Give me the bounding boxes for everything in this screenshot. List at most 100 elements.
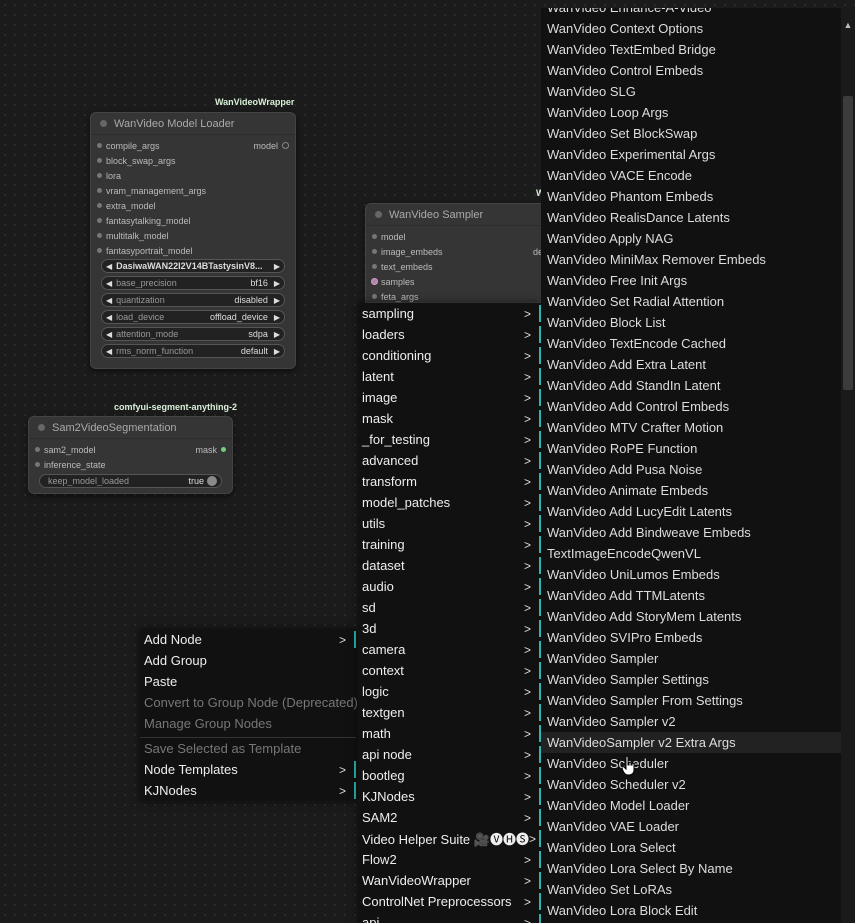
- output-port-dot-icon[interactable]: [282, 142, 289, 149]
- node-list-item[interactable]: WanVideo Lora Block Edit: [541, 900, 841, 921]
- arrow-right-icon[interactable]: ▶: [274, 313, 280, 322]
- input-port[interactable]: lora: [91, 168, 295, 183]
- node-list-item[interactable]: WanVideo MiniMax Remover Embeds: [541, 249, 841, 270]
- arrow-right-icon[interactable]: ▶: [274, 262, 280, 271]
- node-list-item[interactable]: WanVideo RoPE Function: [541, 438, 841, 459]
- node-list-item[interactable]: WanVideo Add Control Embeds: [541, 396, 841, 417]
- node-list-item[interactable]: WanVideo Add LucyEdit Latents: [541, 501, 841, 522]
- input-port[interactable]: inference_state: [29, 457, 232, 472]
- scroll-up-arrow-icon[interactable]: ▲: [841, 20, 855, 30]
- combo-widget[interactable]: ◀ attention_mode sdpa ▶: [101, 327, 285, 341]
- context-menu-item[interactable]: KJNodes >: [140, 780, 356, 801]
- arrow-right-icon[interactable]: ▶: [274, 296, 280, 305]
- node-list-item[interactable]: WanVideo TextEmbed Bridge: [541, 39, 841, 60]
- node-list-item[interactable]: WanVideo Add TTMLatents: [541, 585, 841, 606]
- node-list-item[interactable]: WanVideo Sampler From Settings: [541, 690, 841, 711]
- category-menu-item[interactable]: camera >: [358, 639, 541, 660]
- arrow-right-icon[interactable]: ▶: [274, 279, 280, 288]
- category-menu-item[interactable]: Flow2 >: [358, 849, 541, 870]
- arrow-right-icon[interactable]: ▶: [274, 330, 280, 339]
- category-menu-item[interactable]: training >: [358, 534, 541, 555]
- node-list-item[interactable]: WanVideo Block List: [541, 312, 841, 333]
- input-port[interactable]: block_swap_args: [91, 153, 295, 168]
- node-list-item[interactable]: WanVideoSampler v2 Extra Args: [541, 732, 841, 753]
- category-menu-item[interactable]: logic >: [358, 681, 541, 702]
- sampler-node[interactable]: WanVideo Sampler modelimage_embedsdentex…: [365, 203, 555, 303]
- port-dot-icon[interactable]: [372, 234, 377, 239]
- category-menu-item[interactable]: Video Helper Suite 🎥🅥🅗🅢 >: [358, 828, 541, 849]
- context-menu-item[interactable]: Paste: [140, 671, 356, 692]
- combo-widget[interactable]: ◀ load_device offload_device ▶: [101, 310, 285, 324]
- node-list-item[interactable]: WanVideo Loop Args: [541, 102, 841, 123]
- node-list-item[interactable]: WanVideo Phantom Embeds: [541, 186, 841, 207]
- wanvideowrapper-node-list[interactable]: WanVideo Enhance-A-VideoWanVideo Context…: [541, 8, 855, 923]
- input-port[interactable]: model: [366, 229, 554, 244]
- node-list-item[interactable]: WanVideo Add Pusa Noise: [541, 459, 841, 480]
- category-menu-item[interactable]: loaders >: [358, 324, 541, 345]
- collapse-dot-icon[interactable]: [38, 424, 45, 431]
- category-menu-item[interactable]: dataset >: [358, 555, 541, 576]
- category-menu-item[interactable]: image >: [358, 387, 541, 408]
- input-port[interactable]: sam2_model mask: [29, 442, 232, 457]
- node-list-item[interactable]: WanVideo Add Extra Latent: [541, 354, 841, 375]
- node-list-item[interactable]: WanVideo Apply NAG: [541, 228, 841, 249]
- input-port[interactable]: vram_management_args: [91, 183, 295, 198]
- node-list-item[interactable]: WanVideo Scheduler: [541, 753, 841, 774]
- category-menu-item[interactable]: model_patches >: [358, 492, 541, 513]
- port-dot-icon[interactable]: [35, 447, 40, 452]
- port-dot-icon[interactable]: [372, 294, 377, 299]
- port-dot-icon[interactable]: [97, 248, 102, 253]
- category-menu-item[interactable]: api >: [358, 912, 541, 923]
- node-list-item[interactable]: WanVideo Set Radial Attention: [541, 291, 841, 312]
- context-menu-item[interactable]: Add Group: [140, 650, 356, 671]
- output-port-dot-icon[interactable]: [221, 447, 226, 452]
- category-menu-item[interactable]: WanVideoWrapper >: [358, 870, 541, 891]
- category-menu-item[interactable]: sd >: [358, 597, 541, 618]
- category-menu-item[interactable]: math >: [358, 723, 541, 744]
- category-menu-item[interactable]: 3d >: [358, 618, 541, 639]
- node-list-item[interactable]: WanVideo SLG: [541, 81, 841, 102]
- context-menu-item[interactable]: Node Templates >: [140, 759, 356, 780]
- node-list-item[interactable]: WanVideo RealisDance Latents: [541, 207, 841, 228]
- node-list-item[interactable]: WanVideo Sampler Settings: [541, 669, 841, 690]
- node-list-item[interactable]: WanVideo Set BlockSwap: [541, 123, 841, 144]
- node-list-item[interactable]: WanVideo TextEncode Cached: [541, 333, 841, 354]
- node-header[interactable]: WanVideo Sampler: [366, 204, 554, 226]
- category-menu-item[interactable]: mask >: [358, 408, 541, 429]
- input-port[interactable]: multitalk_model: [91, 228, 295, 243]
- model-combo-widget[interactable]: ◀ DasiwaWAN22I2V14BTastysinV8... ▶: [101, 259, 285, 273]
- node-list-item[interactable]: WanVideo Add Bindweave Embeds: [541, 522, 841, 543]
- node-list-item[interactable]: WanVideo Lora Select By Name: [541, 858, 841, 879]
- node-list-item[interactable]: WanVideo Animate Embeds: [541, 480, 841, 501]
- port-dot-icon[interactable]: [372, 264, 377, 269]
- node-header[interactable]: Sam2VideoSegmentation: [29, 417, 232, 439]
- node-list-item[interactable]: WanVideo Free Init Args: [541, 270, 841, 291]
- node-list-item[interactable]: WanVideo UniLumos Embeds: [541, 564, 841, 585]
- port-dot-icon[interactable]: [372, 249, 377, 254]
- input-port[interactable]: extra_model: [91, 198, 295, 213]
- node-list-item[interactable]: WanVideo Sampler v2: [541, 711, 841, 732]
- collapse-dot-icon[interactable]: [100, 120, 107, 127]
- port-dot-icon[interactable]: [35, 462, 40, 467]
- context-menu-item[interactable]: Add Node >: [140, 629, 356, 650]
- category-menu-item[interactable]: transform >: [358, 471, 541, 492]
- port-dot-icon[interactable]: [372, 279, 377, 284]
- node-list-item[interactable]: WanVideo Experimental Args: [541, 144, 841, 165]
- input-port[interactable]: fantasytalking_model: [91, 213, 295, 228]
- node-list-item[interactable]: WanVideo Context Options: [541, 18, 841, 39]
- node-list-item[interactable]: WanVideo Scheduler v2: [541, 774, 841, 795]
- port-dot-icon[interactable]: [97, 158, 102, 163]
- category-menu-item[interactable]: ControlNet Preprocessors >: [358, 891, 541, 912]
- collapse-dot-icon[interactable]: [375, 211, 382, 218]
- category-menu-item[interactable]: textgen >: [358, 702, 541, 723]
- sam2-segmentation-node[interactable]: Sam2VideoSegmentation sam2_model mask in…: [28, 416, 233, 494]
- node-list-item[interactable]: WanVideo Set LoRAs: [541, 879, 841, 900]
- category-menu-item[interactable]: sampling >: [358, 303, 541, 324]
- port-dot-icon[interactable]: [97, 233, 102, 238]
- node-header[interactable]: WanVideo Model Loader: [91, 113, 295, 135]
- node-list-item[interactable]: TextImageEncodeQwenVL: [541, 543, 841, 564]
- category-menu-item[interactable]: api node >: [358, 744, 541, 765]
- category-menu-item[interactable]: audio >: [358, 576, 541, 597]
- model-loader-node[interactable]: WanVideo Model Loader compile_args model b…: [90, 112, 296, 369]
- combo-widget[interactable]: ◀ quantization disabled ▶: [101, 293, 285, 307]
